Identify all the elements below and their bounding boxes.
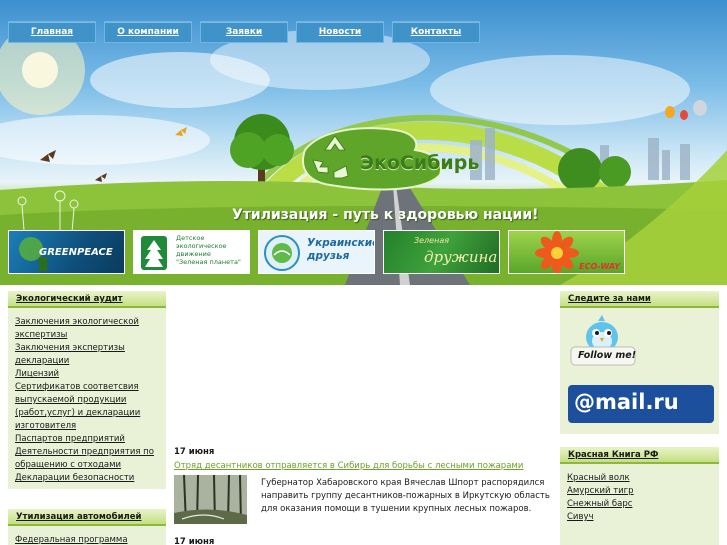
nav-requests[interactable]: Заявки (200, 21, 288, 43)
partner-ukrainian-friends-label: Украинские друзья (307, 237, 375, 262)
redbook-link-sea-lion[interactable]: Сивуч (567, 511, 713, 524)
news-date: 17 июня (174, 537, 215, 545)
content-area: Экологический аудит Заключения экологиче… (0, 285, 727, 545)
news-list: 17 июня Отряд десантников отправляется в… (174, 447, 554, 545)
auto-links: Федеральная программа (8, 526, 166, 545)
audit-link-safety-declarations[interactable]: Декларации безопасности (15, 472, 160, 485)
news-text: Губернатор Хабаровского края Вячеслав Шп… (261, 478, 550, 514)
partner-green-squad[interactable]: Зеленая дружина (383, 230, 500, 274)
news-item: 17 июня (174, 537, 554, 545)
twitter-follow-label: Follow me! (578, 350, 637, 361)
audit-link-certificates[interactable]: Сертификатов соответсвия выпускаемой про… (15, 381, 160, 433)
nav-news[interactable]: Новости (296, 21, 384, 43)
partner-greenpeace[interactable]: GREENPEACE (8, 230, 125, 274)
audit-link-licenses[interactable]: Лицензий (15, 368, 160, 381)
nav-about[interactable]: О компании (104, 21, 192, 43)
audit-link-waste-management[interactable]: Деятельности предприятия по обращению с … (15, 446, 160, 472)
follow-box-header: Следите за нами (560, 291, 719, 308)
news-item: 17 июня Отряд десантников отправляется в… (174, 447, 554, 527)
globe-emblem-icon (264, 235, 300, 271)
fir-tree-icon (141, 236, 167, 270)
audit-box-header: Экологический аудит (8, 291, 166, 308)
audit-link-enterprise-passports[interactable]: Паспартов предприятий (15, 433, 160, 446)
twitter-bird-icon (570, 315, 636, 366)
partner-green-planet-label: Детское экологическое движение "Зеленая … (176, 234, 241, 266)
partner-eco-way-label: ECO-WAY (579, 262, 620, 271)
redbook-link-amur-tiger[interactable]: Амурский тигр (567, 485, 713, 498)
nav-home[interactable]: Главная (8, 21, 96, 43)
auto-box: Утилизация автомобилей Федеральная прогр… (8, 509, 166, 545)
twitter-follow-button[interactable]: Follow me! (568, 313, 640, 371)
partner-green-planet[interactable]: Детское экологическое движение "Зеленая … (133, 230, 250, 274)
forest-thumbnail-image (174, 475, 247, 524)
audit-links: Заключения экологической экспертизы Закл… (8, 308, 166, 491)
news-date: 17 июня (174, 447, 215, 457)
audit-box: Экологический аудит Заключения экологиче… (8, 291, 166, 489)
nav-contacts[interactable]: Контакты (392, 21, 480, 43)
page: Главная О компании Заявки Новости Контак… (0, 0, 727, 545)
follow-box: Следите за нами Follow me! @mail.ru (560, 291, 719, 434)
redbook-box-title[interactable]: Красная Книга РФ (568, 450, 658, 460)
header-banner: Главная О компании Заявки Новости Контак… (0, 0, 727, 285)
auto-link-federal-program[interactable]: Федеральная программа (15, 534, 160, 545)
partner-eco-way[interactable]: ECO-WAY (508, 230, 625, 274)
follow-box-title[interactable]: Следите за нами (568, 294, 651, 304)
audit-link-declaration-expertise[interactable]: Заключения экспертизы декларации (15, 342, 160, 368)
site-slogan: Утилизация - путь к здоровью нации! (232, 207, 539, 223)
mailru-button[interactable]: @mail.ru (568, 385, 714, 423)
news-title-link[interactable]: Отряд десантников отправляется в Сибирь … (174, 461, 554, 471)
redbook-link-snow-leopard[interactable]: Снежный барс (567, 498, 713, 511)
partner-ukrainian-friends[interactable]: Украинские друзья (258, 230, 375, 274)
mailru-label: @mail.ru (574, 390, 679, 414)
partner-greenpeace-label: GREENPEACE (39, 247, 113, 258)
news-body: Губернатор Хабаровского края Вячеслав Шп… (174, 475, 554, 527)
site-logo-text[interactable]: ЭкоСибирь (360, 152, 479, 174)
audit-link-ecological-expertise[interactable]: Заключения экологической экспертизы (15, 316, 160, 342)
redbook-box: Красная Книга РФ Красный волк Амурский т… (560, 447, 719, 545)
auto-box-title[interactable]: Утилизация автомобилей (16, 512, 141, 522)
partner-green-squad-label-2: дружина (424, 248, 498, 266)
redbook-box-header: Красная Книга РФ (560, 447, 719, 464)
partner-green-squad-label-1: Зеленая (414, 236, 450, 245)
news-thumbnail[interactable] (174, 475, 247, 524)
redbook-links: Красный волк Амурский тигр Снежный барс … (560, 464, 719, 530)
auto-box-header: Утилизация автомобилей (8, 509, 166, 526)
redbook-link-red-wolf[interactable]: Красный волк (567, 472, 713, 485)
audit-box-title[interactable]: Экологический аудит (16, 294, 123, 304)
